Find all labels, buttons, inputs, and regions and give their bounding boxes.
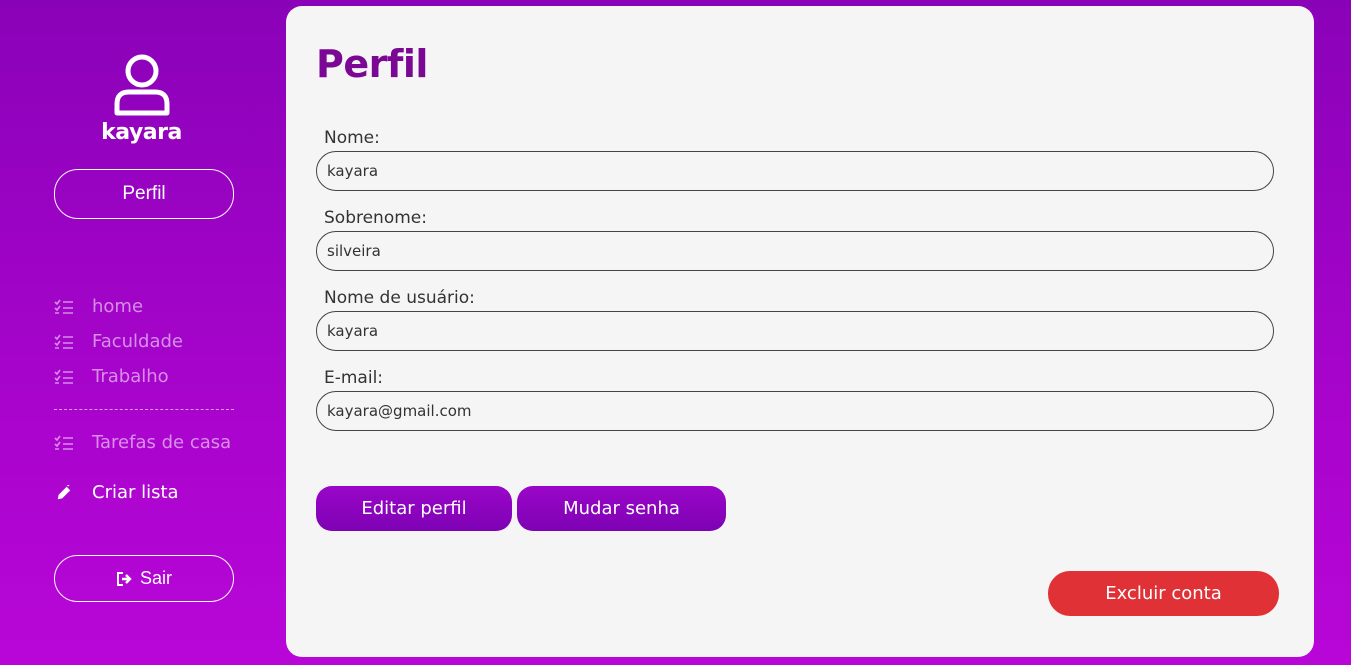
page-title: Perfil xyxy=(316,42,428,86)
logout-icon xyxy=(116,571,132,586)
name-label: Nome: xyxy=(324,128,380,148)
profile-panel: Perfil Nome: Sobrenome: Nome de usuário:… xyxy=(286,6,1314,657)
checklist-icon xyxy=(54,299,73,314)
user-avatar-icon xyxy=(114,54,170,116)
checklist-icon xyxy=(54,334,73,349)
checklist-icon xyxy=(54,435,73,450)
change-password-button[interactable]: Mudar senha xyxy=(517,486,726,531)
username-label: Nome de usuário: xyxy=(324,288,475,308)
pencil-icon xyxy=(57,484,71,499)
sidebar-item-label: Criar lista xyxy=(92,482,179,503)
sidebar-item-label: Tarefas de casa xyxy=(92,432,232,453)
surname-field[interactable] xyxy=(316,231,1274,271)
sidebar-item-tarefas-de-casa[interactable]: Tarefas de casa xyxy=(54,432,231,453)
checklist-icon xyxy=(54,369,73,384)
sidebar-item-criar-lista[interactable]: Criar lista xyxy=(54,482,179,503)
sidebar-item-trabalho[interactable]: Trabalho xyxy=(54,366,169,387)
logout-label: Sair xyxy=(139,568,172,588)
delete-account-button[interactable]: Excluir conta xyxy=(1048,571,1279,616)
sidebar-item-label: Trabalho xyxy=(92,366,169,387)
sidebar-item-label: home xyxy=(92,296,144,317)
email-field[interactable] xyxy=(316,391,1274,431)
username-field[interactable] xyxy=(316,311,1274,351)
profile-button[interactable]: Perfil xyxy=(54,169,234,219)
edit-profile-button[interactable]: Editar perfil xyxy=(316,486,512,531)
logout-button[interactable]: Sair xyxy=(54,555,234,602)
email-label: E-mail: xyxy=(324,368,384,388)
surname-label: Sobrenome: xyxy=(324,208,427,228)
sidebar-item-home[interactable]: home xyxy=(54,296,143,317)
sidebar-divider xyxy=(54,409,234,410)
name-field[interactable] xyxy=(316,151,1274,191)
sidebar-item-label: Faculdade xyxy=(92,331,183,352)
sidebar-item-faculdade[interactable]: Faculdade xyxy=(54,331,183,352)
sidebar: kayara Perfil home Faculdade Trabalho Ta… xyxy=(0,0,286,665)
sidebar-username: kayara xyxy=(101,120,182,145)
